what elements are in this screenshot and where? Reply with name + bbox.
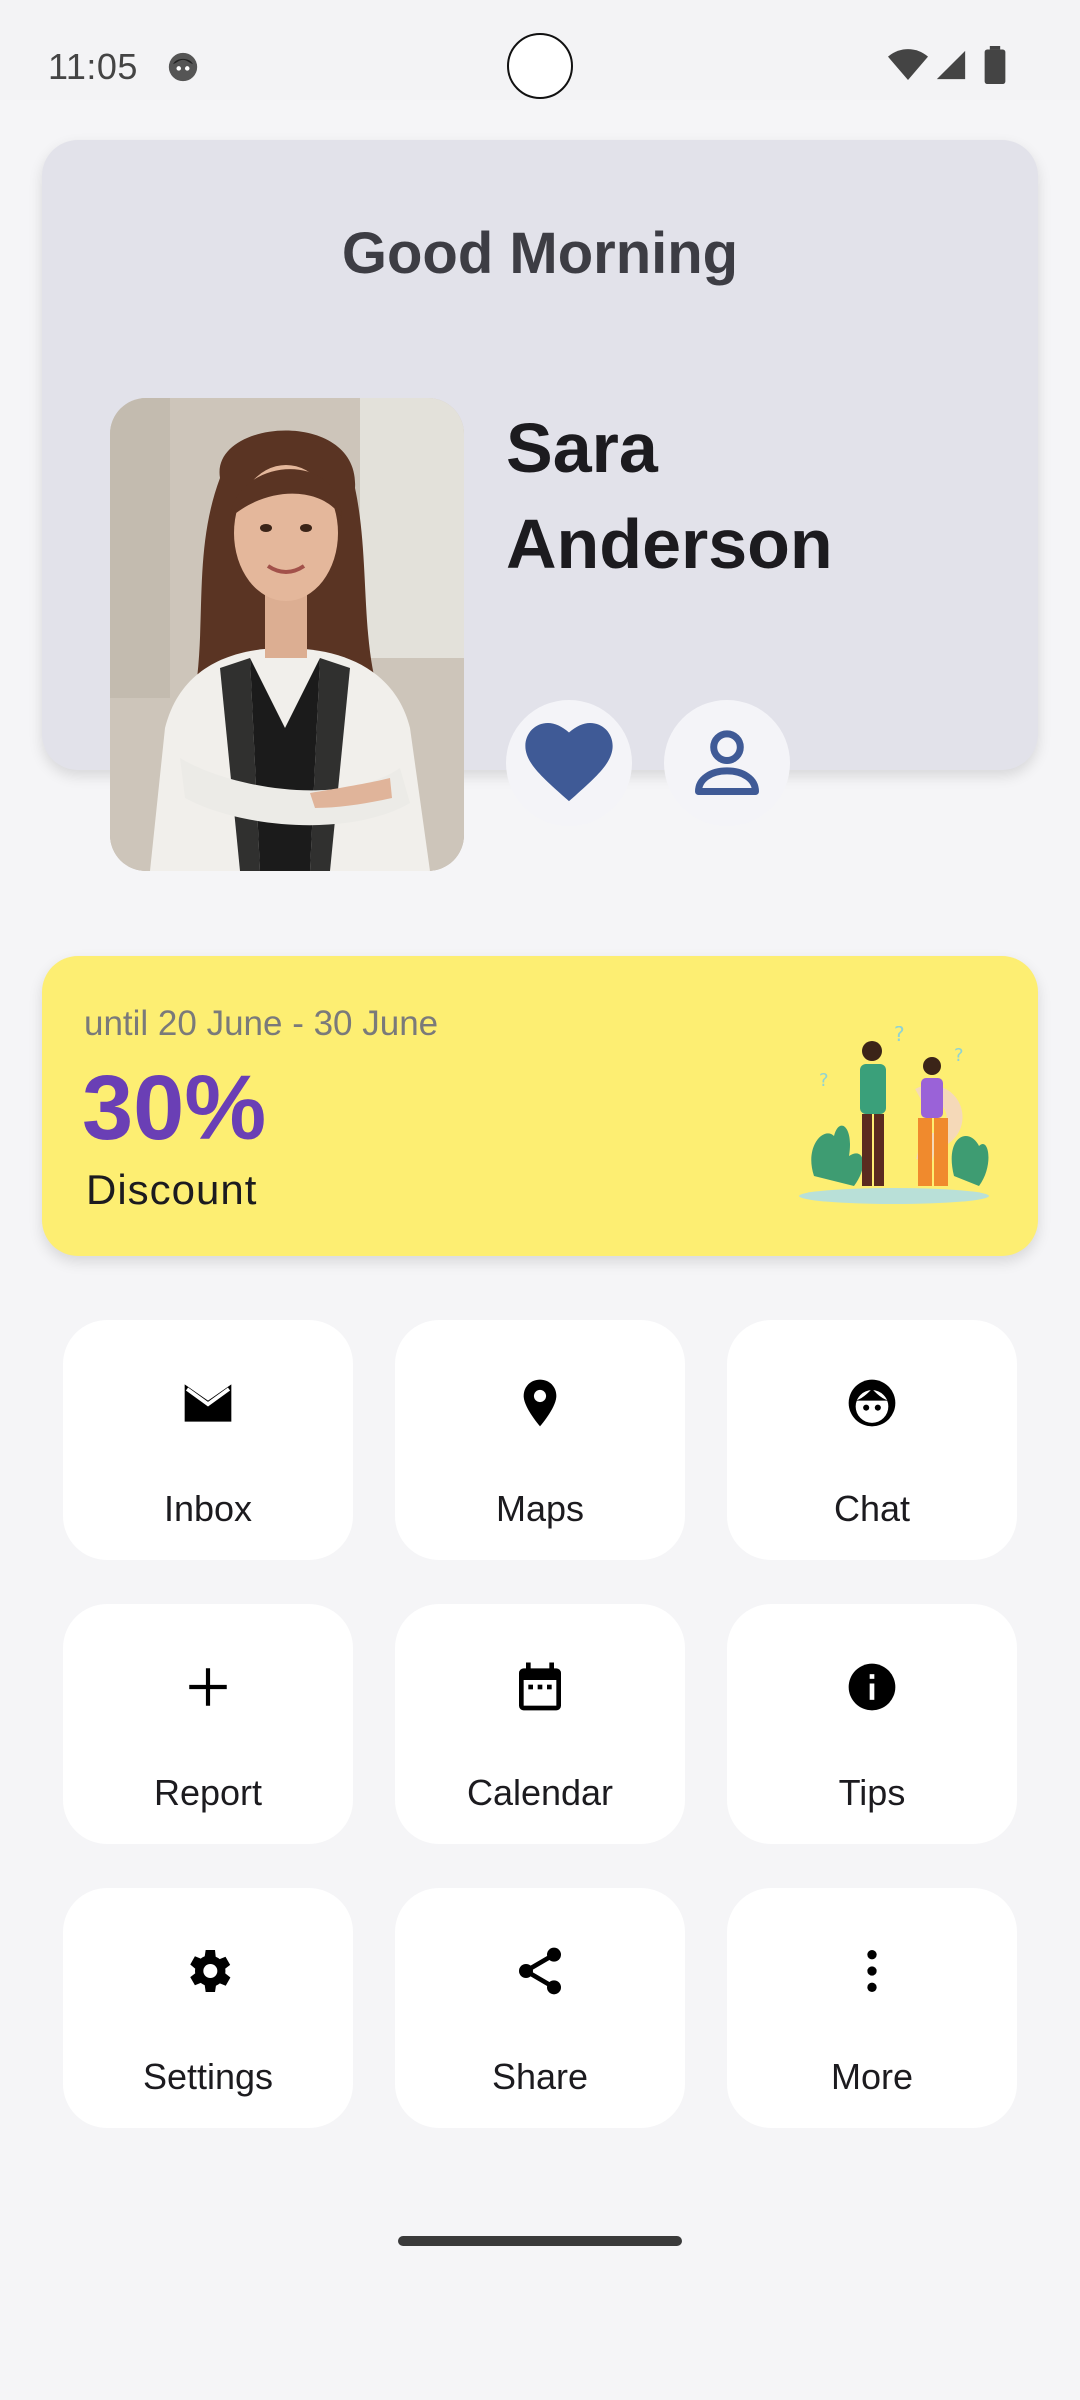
svg-text:?: ? — [954, 1045, 964, 1066]
location-pin-icon — [523, 1379, 557, 1427]
user-name: Sara Anderson — [506, 400, 833, 592]
status-time: 11:05 — [48, 46, 138, 87]
favorite-button[interactable] — [506, 700, 632, 826]
menu-label: Maps — [495, 1488, 585, 1529]
menu-tile-maps[interactable]: Maps — [395, 1320, 685, 1560]
menu-tile-share[interactable]: Share — [395, 1888, 685, 2128]
menu-label: More — [830, 2056, 914, 2097]
mail-icon — [184, 1384, 232, 1422]
calendar-icon — [519, 1662, 561, 1711]
person-icon — [695, 730, 759, 795]
greeting-title: Good Morning — [341, 221, 739, 286]
status-bar: 11:05 — [0, 0, 1080, 100]
svg-text:?: ? — [819, 1070, 829, 1091]
menu-tile-report[interactable]: Report — [63, 1604, 353, 1844]
info-icon — [848, 1663, 896, 1711]
svg-text:?: ? — [894, 1026, 905, 1046]
menu-tile-calendar[interactable]: Calendar — [395, 1604, 685, 1844]
user-first-name: Sara — [506, 409, 658, 487]
profile-photo — [110, 398, 464, 871]
gear-icon — [190, 1950, 231, 1992]
menu-label: Tips — [838, 1772, 906, 1813]
plus-icon — [189, 1668, 227, 1706]
home-indicator[interactable] — [398, 2236, 682, 2246]
menu-tile-tips[interactable]: Tips — [727, 1604, 1017, 1844]
menu-label: Settings — [142, 2056, 274, 2097]
menu-label: Share — [491, 2056, 589, 2097]
people-question-illustration: ? ? ? — [799, 1026, 989, 1204]
heart-icon — [525, 723, 613, 802]
promo-label: Discount — [86, 1166, 258, 1213]
menu-label: Calendar — [466, 1772, 614, 1813]
camera-cutout — [507, 33, 573, 99]
notification-face-icon — [168, 52, 198, 82]
promo-percent: 30% — [82, 1057, 267, 1159]
menu-label: Chat — [833, 1488, 911, 1529]
menu-tile-chat[interactable]: Chat — [727, 1320, 1017, 1560]
menu-tile-inbox[interactable]: Inbox — [63, 1320, 353, 1560]
menu-label: Report — [153, 1772, 263, 1813]
user-last-name: Anderson — [506, 505, 833, 583]
signal-icon — [936, 50, 966, 80]
promo-dates: until 20 June - 30 June — [84, 1004, 439, 1043]
discount-banner[interactable]: until 20 June - 30 June 30% Discount ? ?… — [42, 956, 1038, 1256]
battery-icon — [984, 46, 1006, 84]
menu-tile-more[interactable]: More — [727, 1888, 1017, 2128]
profile-button[interactable] — [664, 700, 790, 826]
menu-tile-settings[interactable]: Settings — [63, 1888, 353, 2128]
wifi-icon — [888, 49, 928, 80]
menu-label: Inbox — [163, 1488, 253, 1529]
more-vertical-icon — [867, 1950, 877, 1992]
share-icon — [519, 1947, 561, 1995]
face-icon — [848, 1379, 896, 1427]
